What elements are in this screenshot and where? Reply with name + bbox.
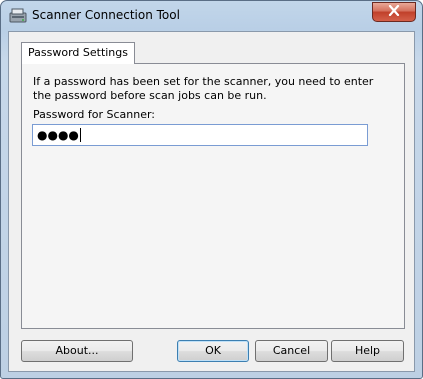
window-title: Scanner Connection Tool (32, 8, 180, 22)
password-input[interactable]: ●●●● (32, 124, 368, 146)
dialog-client-area: Password Settings If a password has been… (8, 31, 415, 372)
password-label: Password for Scanner: (33, 108, 156, 121)
about-button[interactable]: About... (21, 340, 133, 362)
scanner-icon (9, 7, 27, 25)
tab-panel: If a password has been set for the scann… (21, 63, 405, 329)
close-icon (388, 4, 400, 19)
tab-password-settings[interactable]: Password Settings (21, 42, 135, 64)
password-value: ●●●● (37, 128, 79, 142)
ok-button[interactable]: OK (177, 340, 249, 362)
cancel-button[interactable]: Cancel (255, 340, 328, 362)
close-button[interactable] (372, 2, 416, 22)
title-bar[interactable]: Scanner Connection Tool (1, 1, 422, 31)
help-button[interactable]: Help (331, 340, 404, 362)
dialog-window: Scanner Connection Tool Password Setting… (0, 0, 423, 379)
description-text: If a password has been set for the scann… (33, 75, 374, 102)
text-caret (79, 128, 81, 142)
